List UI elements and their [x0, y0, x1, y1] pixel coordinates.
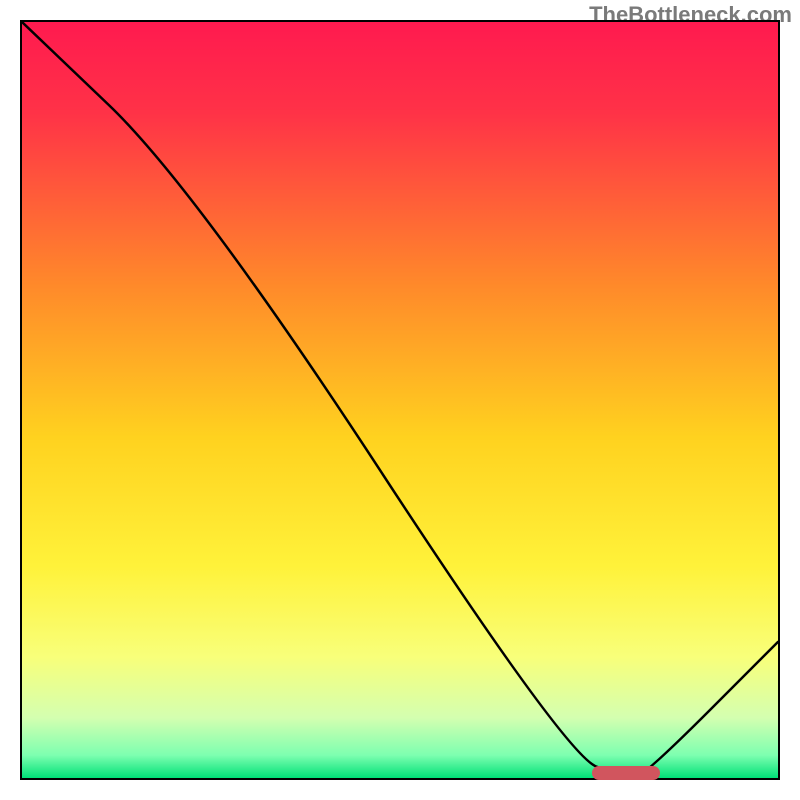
chart-plot-area: [20, 20, 780, 780]
optimal-range-marker: [592, 766, 660, 780]
chart-line-curve: [22, 22, 778, 778]
